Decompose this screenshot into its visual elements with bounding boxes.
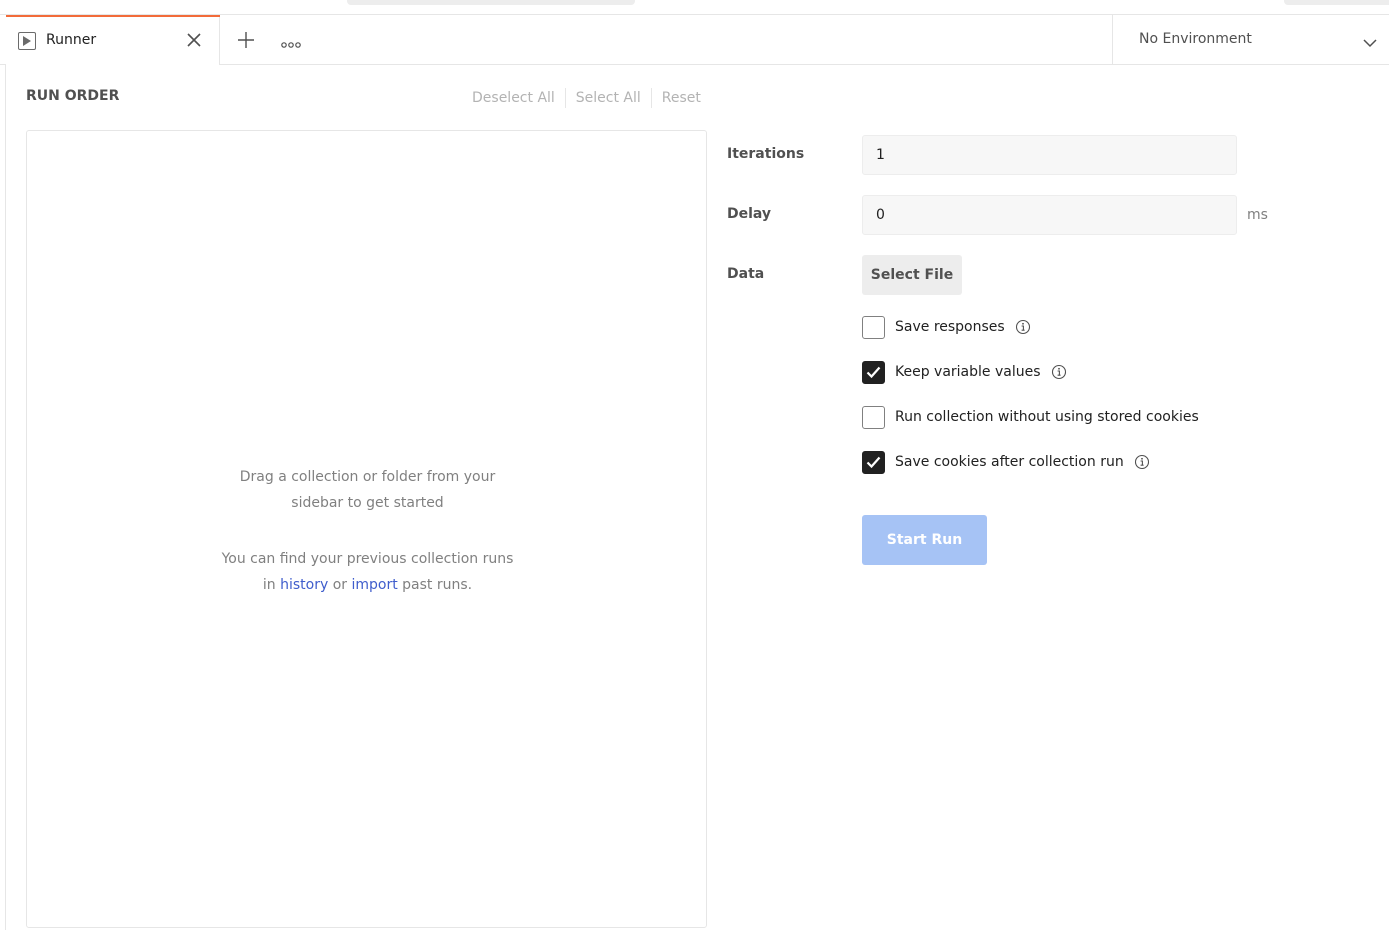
delay-unit: ms [1247, 207, 1268, 223]
left-divider [5, 65, 6, 930]
delay-label: Delay [727, 206, 772, 222]
deselect-all-button[interactable]: Deselect All [462, 88, 565, 108]
select-all-button[interactable]: Select All [566, 88, 651, 108]
environment-selector[interactable]: No Environment [1112, 15, 1389, 65]
info-icon[interactable] [1051, 364, 1067, 380]
option-label: Save cookies after collection run [895, 454, 1124, 470]
option-label: Keep variable values [895, 364, 1041, 380]
option-keep-variable-values: Keep variable values [862, 360, 1067, 384]
chevron-down-icon [1363, 33, 1377, 52]
delay-input[interactable]: 0 [862, 195, 1237, 235]
hint-in: in [262, 577, 276, 593]
hint-line-1: You can find your previous collection ru… [221, 551, 514, 567]
plus-icon[interactable] [236, 30, 256, 50]
tab-runner[interactable]: Runner [6, 15, 220, 65]
history-link[interactable]: history [280, 577, 328, 593]
info-icon[interactable] [1134, 454, 1150, 470]
reset-button[interactable]: Reset [652, 88, 711, 108]
data-label: Data [727, 266, 765, 282]
info-icon[interactable] [1015, 319, 1031, 335]
iterations-input[interactable]: 1 [862, 135, 1237, 175]
more-options-icon[interactable] [281, 35, 301, 48]
tab-label: Runner [46, 32, 97, 48]
option-label: Run collection without using stored cook… [895, 409, 1199, 425]
iterations-label: Iterations [727, 146, 805, 162]
start-run-button[interactable]: Start Run [862, 515, 987, 565]
window-top-strip [0, 0, 1389, 15]
close-icon[interactable] [186, 32, 202, 48]
runner-icon [18, 32, 36, 50]
tab-bar: Runner No Environment [0, 15, 1389, 65]
previous-runs-hint: You can find your previous collection ru… [27, 546, 708, 598]
keep-variable-values-checkbox[interactable] [862, 360, 885, 384]
run-without-cookies-checkbox[interactable] [862, 405, 885, 429]
option-save-cookies: Save cookies after collection run [862, 450, 1150, 474]
empty-line-1: Drag a collection or folder from your [239, 469, 496, 485]
run-order-title: RUN ORDER [26, 88, 120, 104]
select-file-button[interactable]: Select File [862, 255, 962, 295]
hint-line-2: in history or import past runs. [27, 572, 708, 598]
run-order-actions: Deselect All Select All Reset [462, 88, 711, 108]
run-order-dropzone[interactable]: Drag a collection or folder from your si… [26, 130, 707, 928]
import-link[interactable]: import [351, 577, 397, 593]
top-pill-left [347, 0, 635, 5]
save-cookies-checkbox[interactable] [862, 450, 885, 474]
empty-state-message: Drag a collection or folder from your si… [27, 464, 708, 516]
option-label: Save responses [895, 319, 1005, 335]
save-responses-checkbox[interactable] [862, 315, 885, 339]
hint-or: or [332, 577, 348, 593]
option-save-responses: Save responses [862, 315, 1031, 339]
top-pill-right [1284, 0, 1389, 5]
empty-line-2: sidebar to get started [291, 495, 444, 511]
option-run-without-cookies: Run collection without using stored cook… [862, 405, 1199, 429]
environment-label: No Environment [1139, 31, 1252, 47]
hint-suffix: past runs. [402, 577, 473, 593]
